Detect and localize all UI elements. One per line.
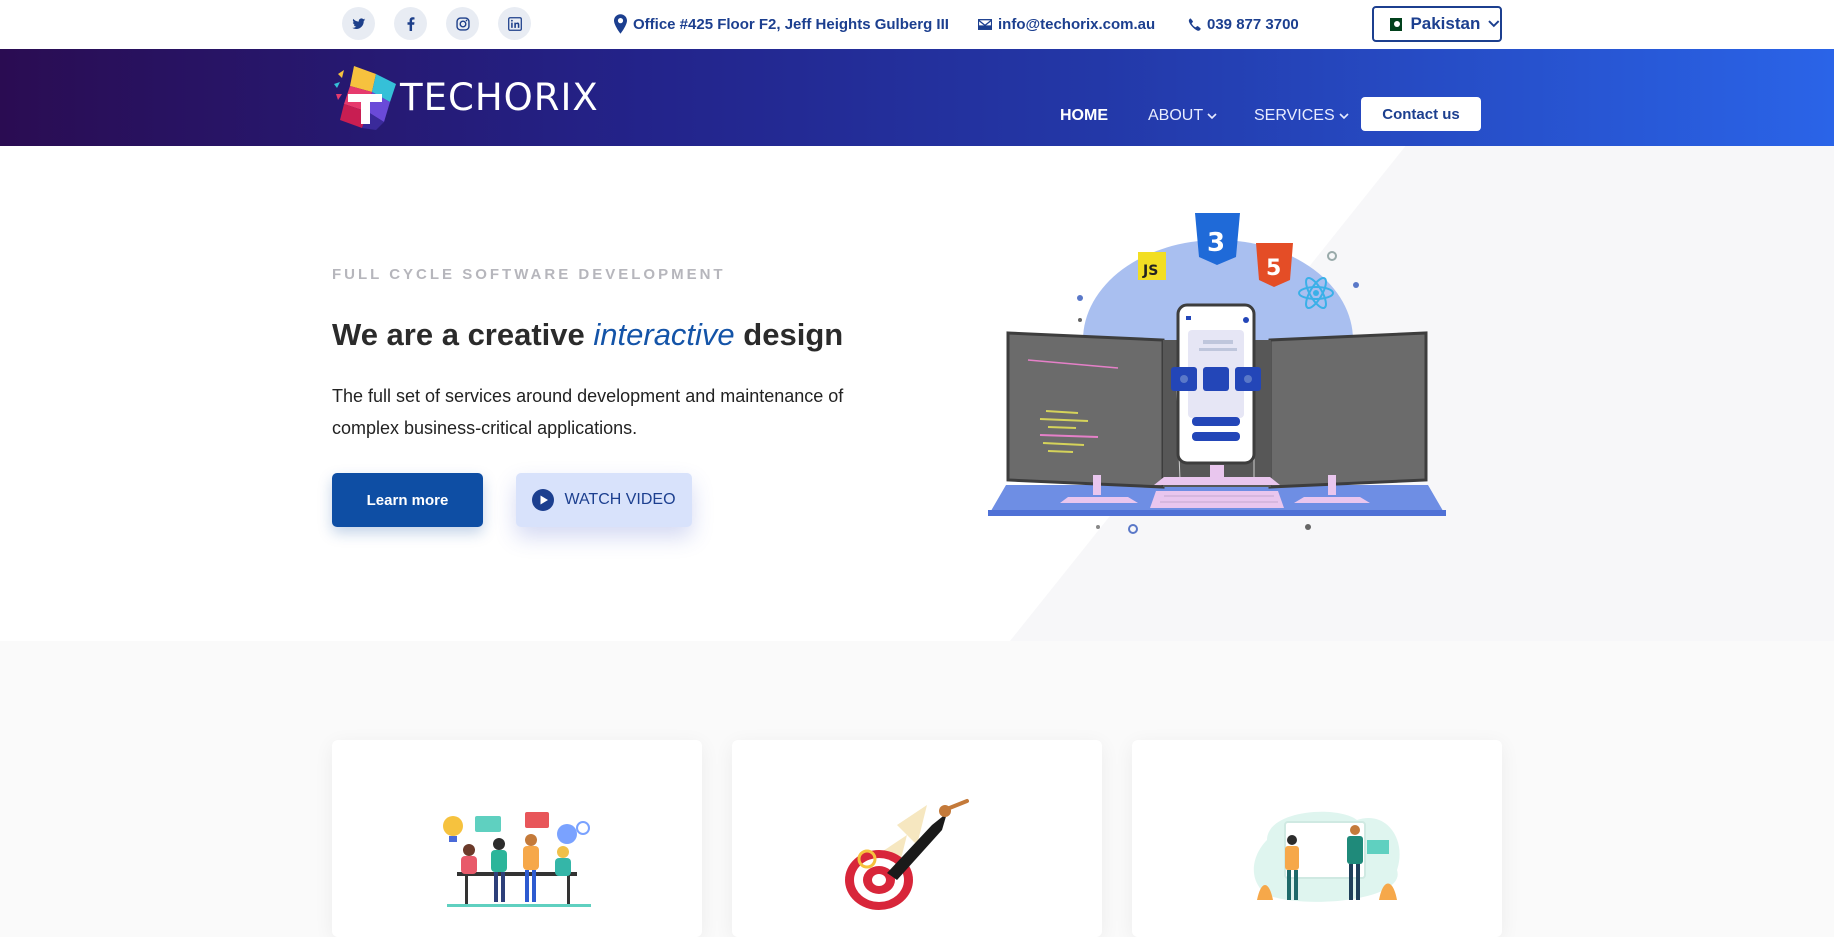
watch-video-label: WATCH VIDEO	[564, 491, 676, 508]
business-target-illustration	[845, 799, 969, 910]
contact-us-button[interactable]: Contact us	[1361, 97, 1481, 131]
hero-title: We are a creative interactive design	[332, 317, 843, 353]
instagram-icon[interactable]	[446, 7, 479, 40]
team-collaboration-illustration	[443, 812, 591, 907]
country-label: Pakistan	[1410, 14, 1481, 33]
developer-workstation-illustration: JS 3 5	[988, 213, 1446, 534]
nav-about-label: ABOUT	[1148, 107, 1204, 124]
nav-services[interactable]: SERVICES	[1254, 107, 1349, 125]
nav-home-label: HOME	[1060, 107, 1108, 124]
phone-icon	[1188, 18, 1201, 31]
logo-text: TECHORIX	[400, 75, 599, 119]
chevron-down-icon	[1488, 20, 1500, 28]
nav-services-label: SERVICES	[1254, 107, 1335, 124]
location-pin-icon	[614, 14, 627, 34]
top-bar: Office #425 Floor F2, Jeff Heights Gulbe…	[0, 0, 1834, 49]
linkedin-icon[interactable]	[498, 7, 531, 40]
hero-description: The full set of services around developm…	[332, 386, 844, 438]
chevron-down-icon	[1207, 112, 1217, 119]
js-badge-text: JS	[1142, 263, 1158, 279]
play-icon	[532, 489, 555, 511]
hero-title-emphasis: interactive	[593, 317, 735, 352]
email-text[interactable]: info@techorix.com.au	[998, 16, 1155, 33]
service-card-presentation[interactable]	[1132, 740, 1502, 937]
country-selector[interactable]: Pakistan	[1372, 6, 1502, 42]
html5-badge-text: 5	[1266, 256, 1281, 281]
hero-title-pre: We are a creative	[332, 317, 594, 352]
mail-icon	[978, 18, 992, 30]
hero-title-post: design	[734, 317, 844, 352]
watch-video-button[interactable]: WATCH VIDEO	[516, 473, 692, 527]
learn-more-button[interactable]: Learn more	[332, 473, 483, 527]
nav-about[interactable]: ABOUT	[1148, 107, 1217, 125]
address-info: Office #425 Floor F2, Jeff Heights Gulbe…	[614, 14, 949, 34]
logo[interactable]: TECHORIX	[332, 64, 599, 130]
service-card-target[interactable]	[732, 740, 1102, 937]
nav-home[interactable]: HOME	[1060, 107, 1108, 125]
service-card-team[interactable]	[332, 740, 702, 937]
phone-info[interactable]: 039 877 3700	[1188, 14, 1299, 34]
address-text: Office #425 Floor F2, Jeff Heights Gulbe…	[633, 15, 949, 33]
pakistan-flag-icon	[1385, 17, 1403, 31]
techorix-logo-icon	[334, 66, 396, 130]
main-header: TECHORIX HOME ABOUT SERVICES Contact us	[0, 49, 1834, 146]
presentation-board-illustration	[1253, 811, 1400, 902]
phone-text[interactable]: 039 877 3700	[1207, 16, 1299, 33]
twitter-icon[interactable]	[342, 7, 375, 40]
facebook-icon[interactable]	[394, 7, 427, 40]
email-info[interactable]: info@techorix.com.au	[978, 14, 1155, 34]
css3-badge-text: 3	[1207, 228, 1225, 258]
chevron-down-icon	[1339, 112, 1349, 119]
hero-eyebrow: FULL CYCLE SOFTWARE DEVELOPMENT	[332, 266, 726, 283]
